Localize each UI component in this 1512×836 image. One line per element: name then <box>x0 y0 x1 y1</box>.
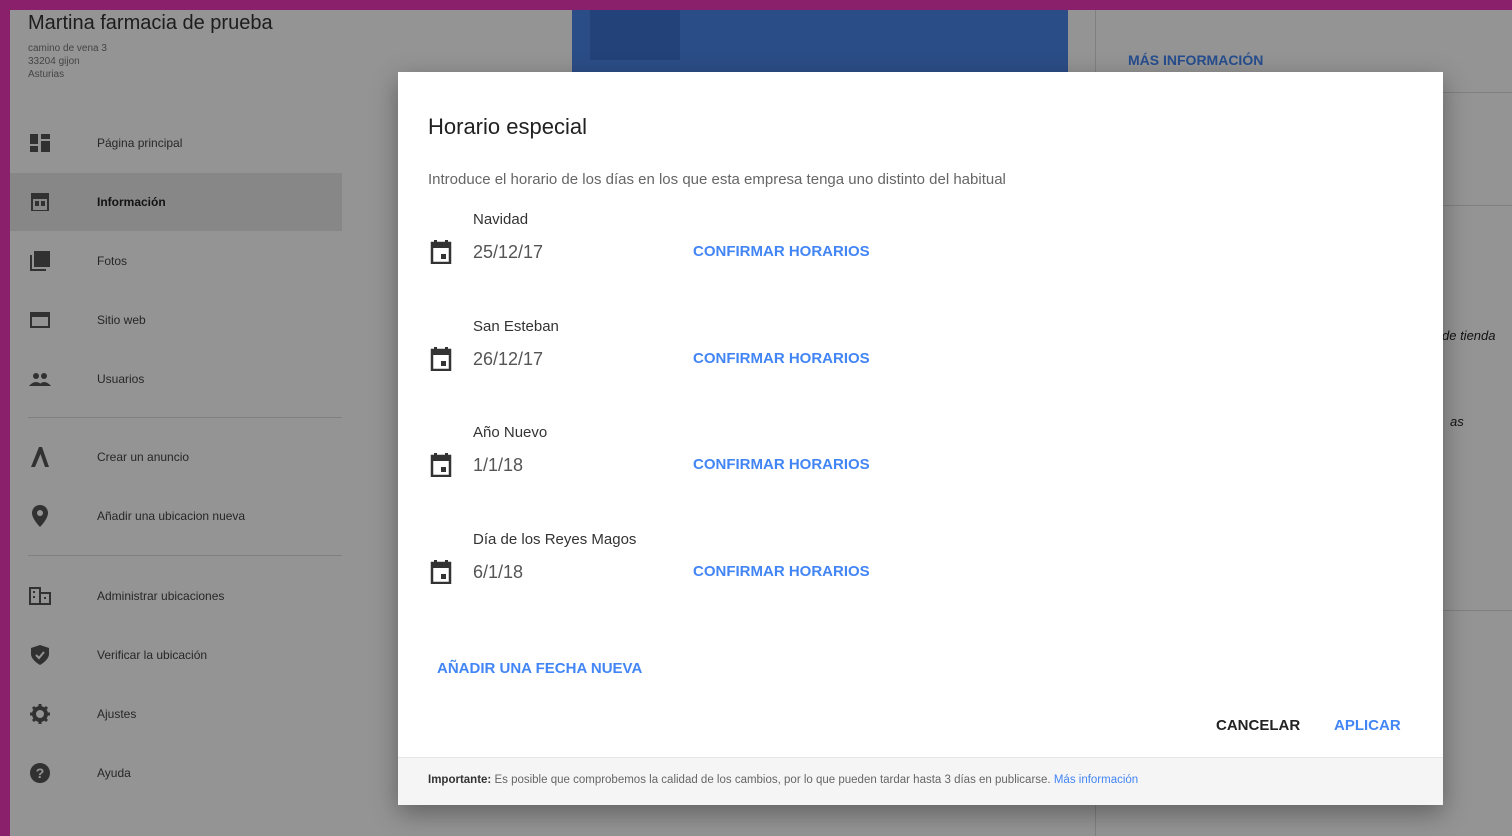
footer-text: Es posible que comprobemos la calidad de… <box>494 774 1051 786</box>
footer-notice: Importante: Es posible que comprobemos l… <box>428 774 1138 786</box>
apply-button[interactable]: APLICAR <box>1334 717 1401 734</box>
app-window: Martina farmacia de prueba camino de ven… <box>10 10 1512 836</box>
footer-label: Importante: <box>428 774 492 786</box>
holiday-name: Navidad <box>473 211 529 228</box>
holiday-name: San Esteban <box>473 318 559 335</box>
holiday-date[interactable]: 25/12/17 <box>473 242 543 263</box>
special-hours-dialog: Horario especial Introduce el horario de… <box>398 72 1443 805</box>
dialog-subtitle: Introduce el horario de los días en los … <box>428 171 1006 188</box>
calendar-icon[interactable] <box>430 453 452 478</box>
holiday-name: Año Nuevo <box>473 424 548 441</box>
confirm-hours-button[interactable]: CONFIRMAR HORARIOS <box>693 563 870 580</box>
confirm-hours-button[interactable]: CONFIRMAR HORARIOS <box>693 243 870 260</box>
holiday-date[interactable]: 26/12/17 <box>473 349 543 370</box>
calendar-icon[interactable] <box>430 240 452 265</box>
holiday-date[interactable]: 6/1/18 <box>473 562 523 583</box>
add-new-date-button[interactable]: AÑADIR UNA FECHA NUEVA <box>437 660 642 677</box>
calendar-icon[interactable] <box>430 347 452 372</box>
dialog-footer: Importante: Es posible que comprobemos l… <box>398 757 1443 805</box>
holiday-name: Día de los Reyes Magos <box>473 531 637 548</box>
cancel-button[interactable]: CANCELAR <box>1216 717 1300 734</box>
confirm-hours-button[interactable]: CONFIRMAR HORARIOS <box>693 350 870 367</box>
more-info-footer-link[interactable]: Más información <box>1054 774 1138 786</box>
dialog-title: Horario especial <box>428 114 587 139</box>
confirm-hours-button[interactable]: CONFIRMAR HORARIOS <box>693 456 870 473</box>
calendar-icon[interactable] <box>430 560 452 585</box>
holiday-date[interactable]: 1/1/18 <box>473 455 523 476</box>
